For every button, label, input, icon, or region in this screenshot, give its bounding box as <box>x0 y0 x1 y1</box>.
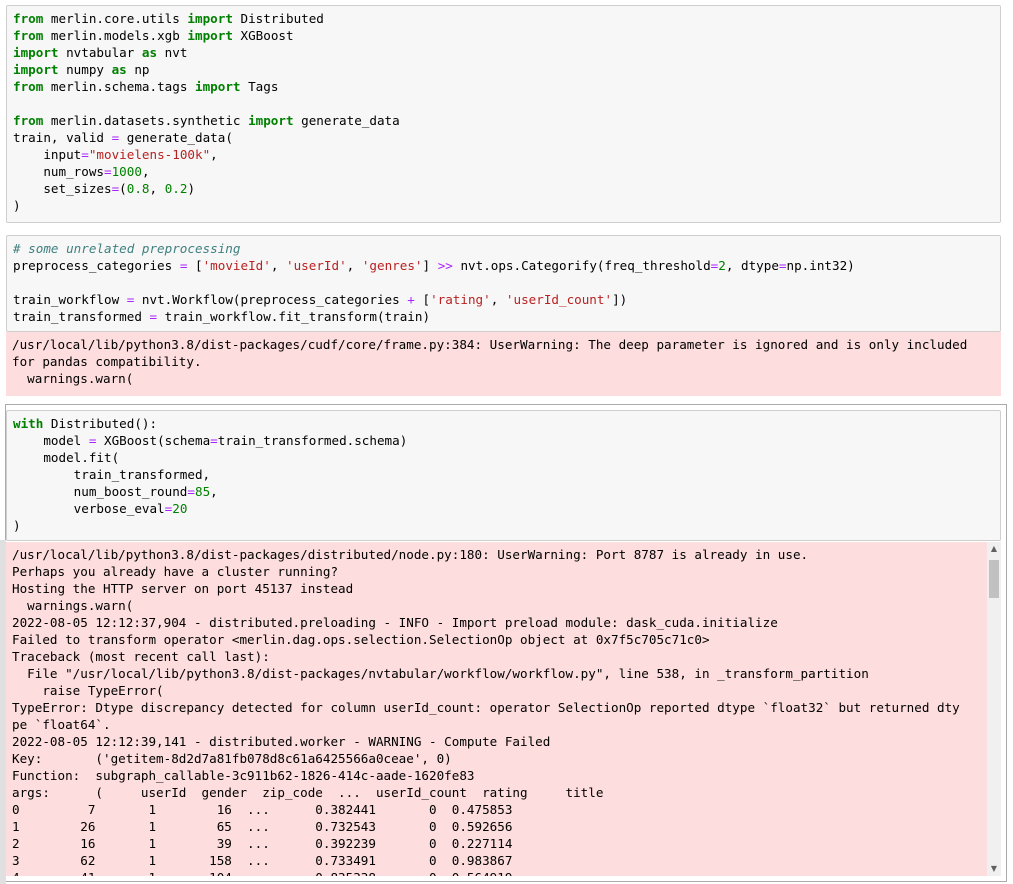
code-line: import numpy as np <box>13 62 150 77</box>
output-line: /usr/local/lib/python3.8/dist-packages/c… <box>12 337 968 352</box>
output-line: for pandas compatibility. <box>12 354 202 369</box>
code-cell-2-input[interactable]: # some unrelated preprocessing preproces… <box>6 235 1001 332</box>
code-cell-3-output[interactable]: /usr/local/lib/python3.8/dist-packages/d… <box>6 542 1001 876</box>
output-line: 0 7 1 16 ... 0.382441 0 0.475853 <box>12 802 513 817</box>
output-line: TypeError: Dtype discrepancy detected fo… <box>12 700 960 715</box>
output-line: Key: ('getitem-8d2d7a81fb078d8c61a642556… <box>12 751 452 766</box>
code-line: set_sizes=(0.8, 0.2) <box>13 181 196 196</box>
output-line: /usr/local/lib/python3.8/dist-packages/d… <box>12 547 809 562</box>
code-line: verbose_eval=20 <box>13 501 188 516</box>
code-line: from merlin.core.utils import Distribute… <box>13 11 324 26</box>
output-line: 2022-08-05 12:12:37,904 - distributed.pr… <box>12 615 778 630</box>
output-line: File "/usr/local/lib/python3.8/dist-pack… <box>12 666 869 681</box>
output-line: args: ( userId gender zip_code ... userI… <box>12 785 604 800</box>
output-line: Traceback (most recent call last): <box>12 649 270 664</box>
output-scrollbar[interactable]: ▲ ▼ <box>987 542 1001 876</box>
code-line: num_rows=1000, <box>13 164 150 179</box>
output-line: 4 41 1 104 ... 0.835338 0 0.564919 <box>12 869 981 876</box>
code-line: model = XGBoost(schema=train_transformed… <box>13 433 408 448</box>
code-line: from merlin.models.xgb import XGBoost <box>13 28 294 43</box>
code-cell-2-output: /usr/local/lib/python3.8/dist-packages/c… <box>6 332 1001 396</box>
code-line: train_transformed = train_workflow.fit_t… <box>13 309 431 324</box>
output-line: Hosting the HTTP server on port 45137 in… <box>12 581 354 596</box>
output-line: pe `float64`. <box>12 717 111 732</box>
output-line: raise TypeError( <box>12 683 164 698</box>
scroll-thumb[interactable] <box>989 560 999 598</box>
scroll-down-icon[interactable]: ▼ <box>987 862 1001 876</box>
code-line: train_transformed, <box>13 467 211 482</box>
code-line: input="movielens-100k", <box>13 147 218 162</box>
scroll-up-icon[interactable]: ▲ <box>987 542 1001 556</box>
output-line: 2022-08-05 12:12:39,141 - distributed.wo… <box>12 734 551 749</box>
code-line: train_workflow = nvt.Workflow(preprocess… <box>13 292 628 307</box>
output-line: 1 26 1 65 ... 0.732543 0 0.592656 <box>12 819 513 834</box>
output-line: warnings.warn( <box>12 371 134 386</box>
code-line: train, valid = generate_data( <box>13 130 233 145</box>
code-line: import nvtabular as nvt <box>13 45 188 60</box>
code-line: num_boost_round=85, <box>13 484 218 499</box>
code-cell-1-input[interactable]: from merlin.core.utils import Distribute… <box>6 5 1001 223</box>
output-line: warnings.warn( <box>12 598 134 613</box>
output-line: 2 16 1 39 ... 0.392239 0 0.227114 <box>12 836 513 851</box>
code-cell-3-input[interactable]: with Distributed(): model = XGBoost(sche… <box>6 410 1001 541</box>
code-line: model.fit( <box>13 450 120 465</box>
output-line: Function: subgraph_callable-3c911b62-182… <box>12 768 475 783</box>
output-scroll-area: /usr/local/lib/python3.8/dist-packages/d… <box>12 546 981 876</box>
output-line: Perhaps you already have a cluster runni… <box>12 564 339 579</box>
code-line: with Distributed(): <box>13 416 158 431</box>
code-line: ) <box>13 518 21 533</box>
code-line: ) <box>13 198 21 213</box>
output-line: 3 62 1 158 ... 0.733491 0 0.983867 <box>12 853 513 868</box>
code-line: from merlin.schema.tags import Tags <box>13 79 279 94</box>
code-line: preprocess_categories = ['movieId', 'use… <box>13 258 855 273</box>
code-comment: # some unrelated preprocessing <box>13 241 241 256</box>
code-line: from merlin.datasets.synthetic import ge… <box>13 113 400 128</box>
output-line: Failed to transform operator <merlin.dag… <box>12 632 710 647</box>
